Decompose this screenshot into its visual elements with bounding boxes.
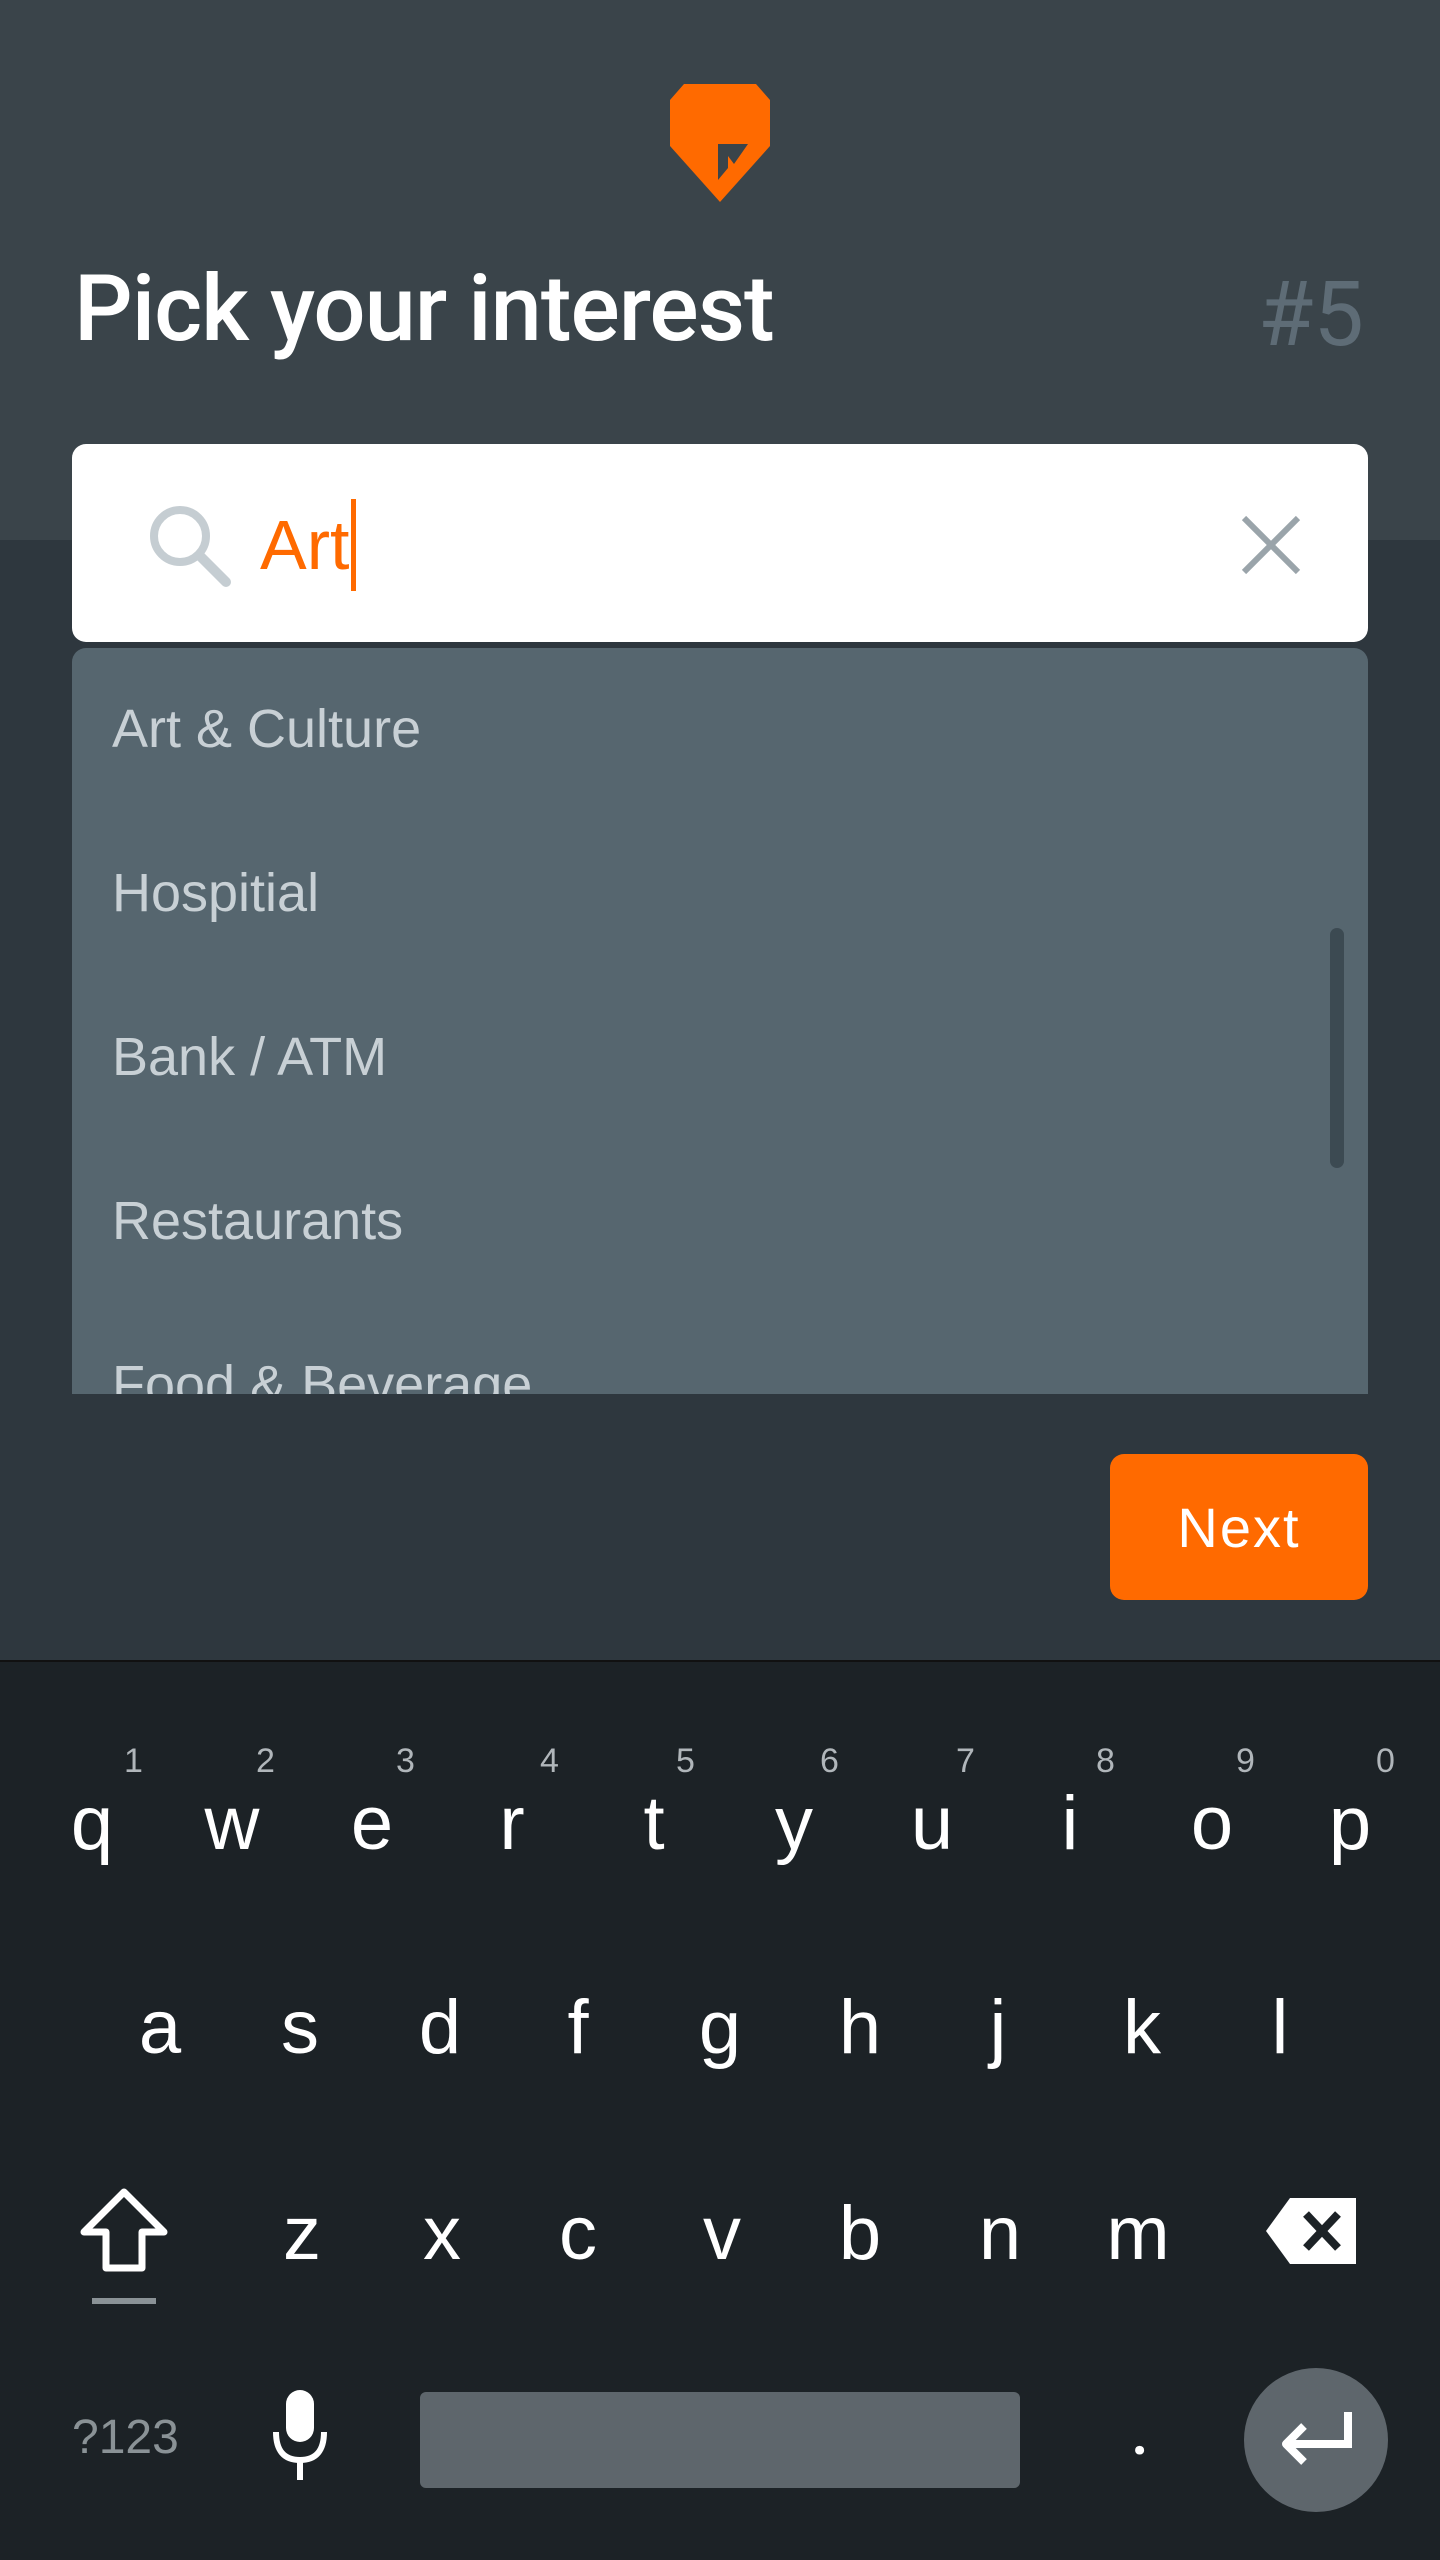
backspace-icon[interactable]: [1264, 2196, 1360, 2266]
key-u[interactable]: u: [862, 1780, 1002, 1867]
key-l[interactable]: l: [1210, 1984, 1350, 2071]
symbols-key[interactable]: ?123: [72, 2410, 179, 2465]
key-n[interactable]: n: [930, 2190, 1070, 2277]
scrollbar[interactable]: [1330, 928, 1344, 1168]
key-r[interactable]: r: [442, 1780, 582, 1867]
key-j[interactable]: j: [928, 1984, 1068, 2071]
spacebar[interactable]: [420, 2392, 1020, 2488]
suggestion-list[interactable]: Art & Culture Hospitial Bank / ATM Resta…: [72, 648, 1368, 1394]
page-title: Pick your interest: [74, 256, 775, 363]
microphone-icon[interactable]: [270, 2388, 330, 2484]
key-period[interactable]: .: [1120, 2380, 1160, 2474]
key-t[interactable]: t: [584, 1780, 724, 1867]
search-input[interactable]: Art: [260, 490, 1160, 600]
key-p[interactable]: p: [1280, 1780, 1420, 1867]
key-i[interactable]: i: [1000, 1780, 1140, 1867]
key-hint: 7: [956, 1742, 975, 1780]
key-v[interactable]: v: [652, 2190, 792, 2277]
key-hint: 4: [540, 1742, 559, 1780]
key-hint: 8: [1096, 1742, 1115, 1780]
next-button[interactable]: Next: [1110, 1454, 1368, 1600]
key-e[interactable]: e: [302, 1780, 442, 1867]
key-g[interactable]: g: [650, 1984, 790, 2071]
search-box[interactable]: Art: [72, 444, 1368, 642]
enter-key[interactable]: [1244, 2368, 1388, 2512]
map-pin-logo-icon: [670, 84, 770, 202]
key-a[interactable]: a: [90, 1984, 230, 2071]
key-hint: 0: [1376, 1742, 1395, 1780]
key-b[interactable]: b: [790, 2190, 930, 2277]
shift-indicator: [92, 2298, 156, 2304]
screen: Pick your interest #5 Art Art & Culture …: [0, 0, 1440, 2560]
key-k[interactable]: k: [1072, 1984, 1212, 2071]
search-input-text: Art: [260, 506, 350, 584]
key-d[interactable]: d: [370, 1984, 510, 2071]
key-hint: 6: [820, 1742, 839, 1780]
step-number: #5: [1258, 262, 1364, 367]
search-icon: [150, 506, 231, 587]
suggestion-item[interactable]: Art & Culture: [112, 698, 421, 760]
key-x[interactable]: x: [372, 2190, 512, 2277]
key-hint: 1: [124, 1742, 143, 1780]
enter-icon: [1282, 2412, 1352, 2465]
shift-icon[interactable]: [76, 2186, 172, 2276]
close-icon[interactable]: [1240, 514, 1302, 576]
key-hint: 3: [396, 1742, 415, 1780]
key-hint: 5: [676, 1742, 695, 1780]
key-h[interactable]: h: [790, 1984, 930, 2071]
suggestion-item[interactable]: Hospitial: [112, 862, 319, 924]
key-hint: 2: [256, 1742, 275, 1780]
key-y[interactable]: y: [724, 1780, 864, 1867]
key-c[interactable]: c: [508, 2190, 648, 2277]
suggestion-item[interactable]: Restaurants: [112, 1190, 403, 1252]
key-o[interactable]: o: [1142, 1780, 1282, 1867]
key-f[interactable]: f: [508, 1984, 648, 2071]
key-w[interactable]: w: [162, 1780, 302, 1867]
key-s[interactable]: s: [230, 1984, 370, 2071]
suggestion-item[interactable]: Bank / ATM: [112, 1026, 387, 1088]
text-caret: [351, 499, 357, 591]
key-m[interactable]: m: [1068, 2190, 1208, 2277]
suggestion-item[interactable]: Food & Beverage: [112, 1354, 532, 1394]
key-z[interactable]: z: [232, 2190, 372, 2277]
key-hint: 9: [1236, 1742, 1255, 1780]
key-q[interactable]: q: [22, 1780, 162, 1867]
